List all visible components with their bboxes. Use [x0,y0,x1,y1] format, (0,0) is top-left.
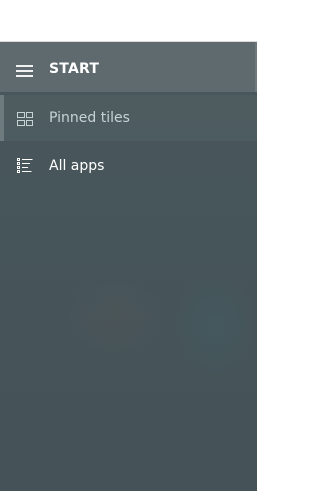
start-header: START [0,42,257,92]
nav-item-pinned-tiles[interactable]: Pinned tiles [0,95,257,141]
start-menu-panel: START Pinned tiles All apps [0,42,257,491]
nav-item-all-apps[interactable]: All apps [0,143,257,189]
start-title: START [49,61,100,77]
selection-indicator [0,95,4,141]
hamburger-menu-icon[interactable] [16,65,33,77]
nav-item-label: All apps [49,158,105,174]
nav-item-label: Pinned tiles [49,110,130,126]
app-list-icon [17,158,33,173]
tiles-icon [17,112,33,126]
